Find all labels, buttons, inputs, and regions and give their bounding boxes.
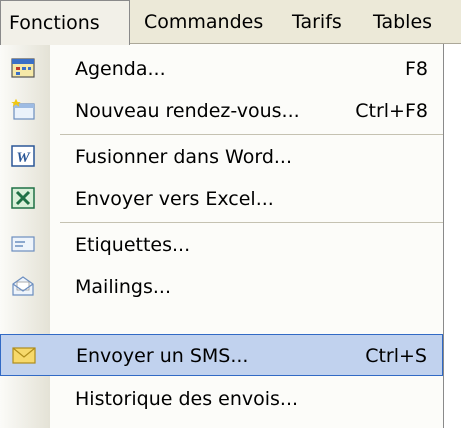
label-icon bbox=[11, 236, 35, 252]
menu-separator bbox=[60, 134, 443, 135]
menu-item-label: Historique des envois... bbox=[75, 388, 299, 410]
menu-separator bbox=[60, 222, 443, 223]
mailing-icon bbox=[12, 276, 34, 296]
menu-commandes[interactable]: Commandes bbox=[144, 0, 263, 44]
menu-item-label: Agenda... bbox=[75, 58, 166, 80]
menu-item-nouveau-rendez-vous[interactable]: Nouveau rendez-vous... Ctrl+F8 bbox=[0, 90, 443, 132]
menu-item-label: Mailings... bbox=[75, 276, 171, 298]
menu-item-label: Envoyer vers Excel... bbox=[75, 188, 274, 210]
menu-tarifs[interactable]: Tarifs bbox=[292, 0, 342, 44]
excel-icon bbox=[11, 187, 35, 209]
new-appointment-icon bbox=[11, 98, 35, 120]
word-icon: W bbox=[11, 145, 35, 167]
menu-item-envoyer-excel[interactable]: Envoyer vers Excel... bbox=[0, 178, 443, 220]
menu-item-label: Fusionner dans Word... bbox=[75, 146, 292, 168]
menu-item-historique-envois[interactable]: Historique des envois... bbox=[0, 378, 443, 420]
menu-item-mailings[interactable]: Mailings... bbox=[0, 266, 443, 308]
menu-item-label: Etiquettes... bbox=[75, 234, 191, 256]
menu-item-shortcut: F8 bbox=[404, 58, 428, 80]
svg-text:W: W bbox=[16, 150, 31, 166]
menu-item-agenda[interactable]: Agenda... F8 bbox=[0, 48, 443, 90]
menu-item-fusionner-word[interactable]: W Fusionner dans Word... bbox=[0, 136, 443, 178]
menu-tables[interactable]: Tables bbox=[373, 0, 432, 44]
fonctions-dropdown-menu: Agenda... F8 Nouveau rendez-vous... Ctrl… bbox=[0, 44, 444, 428]
menu-item-etiquettes[interactable]: Etiquettes... bbox=[0, 224, 443, 266]
menu-item-label: Nouveau rendez-vous... bbox=[75, 100, 300, 122]
calendar-icon bbox=[11, 58, 35, 78]
menu-bar: Fonctions Commandes Tarifs Tables bbox=[0, 0, 461, 45]
menu-item-shortcut: Ctrl+F8 bbox=[355, 100, 428, 122]
sms-envelope-icon bbox=[12, 347, 36, 364]
menu-item-label: Envoyer un SMS... bbox=[76, 345, 249, 367]
menu-item-shortcut: Ctrl+S bbox=[365, 345, 427, 367]
menu-fonctions[interactable]: Fonctions bbox=[0, 0, 130, 45]
menu-item-envoyer-sms[interactable]: Envoyer un SMS... Ctrl+S bbox=[0, 334, 443, 376]
